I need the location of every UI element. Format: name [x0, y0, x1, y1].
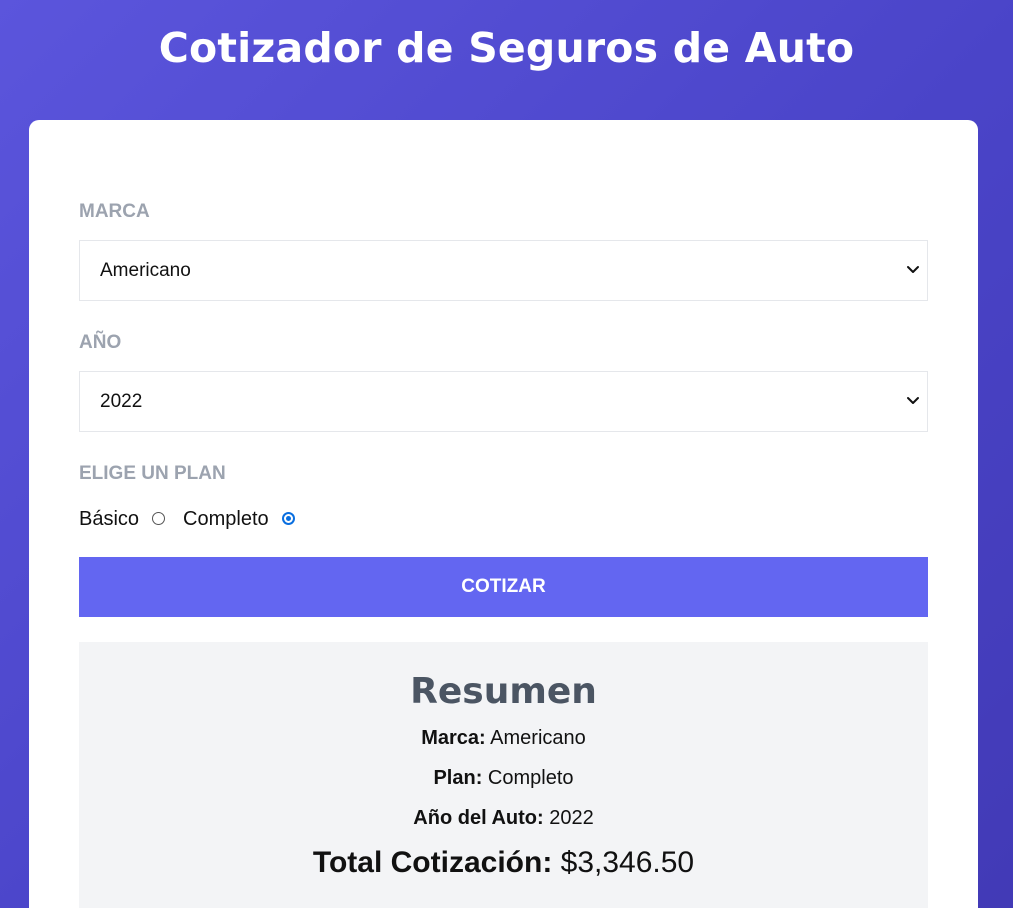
summary-total-key: Total Cotización: [312, 846, 553, 879]
quote-form-card: Marca Americano Año 2022 Elige un Plan B… [29, 120, 978, 908]
plan-completo-label: Completo [183, 508, 269, 530]
summary-title: Resumen [410, 671, 597, 712]
summary-panel: Resumen Marca: Americano Plan: Completo … [79, 642, 928, 908]
marca-select[interactable]: Americano [79, 240, 928, 301]
chevron-down-icon [907, 397, 919, 404]
summary-marca-value: Americano [490, 727, 586, 749]
plan-basico-radio[interactable] [152, 511, 166, 525]
summary-total-value: $3,346.50 [560, 846, 695, 879]
summary-plan-key: Plan: [433, 767, 483, 789]
plan-label: Elige un Plan [79, 463, 226, 484]
summary-anio-value: 2022 [549, 807, 594, 829]
page-title: Cotizador de Seguros de Auto [158, 24, 855, 72]
summary-anio-key: Año del Auto: [413, 807, 544, 829]
anio-label: Año [79, 332, 122, 353]
plan-basico-label: Básico [79, 508, 140, 530]
cotizar-button[interactable]: Cotizar [79, 557, 928, 617]
summary-marca-key: Marca: [421, 727, 486, 749]
anio-select[interactable]: 2022 [79, 371, 928, 432]
marca-label: Marca [79, 201, 150, 222]
anio-select-value: 2022 [100, 391, 143, 412]
summary-plan-value: Completo [487, 767, 574, 789]
summary-marca: Marca: Americano [79, 724, 928, 752]
marca-select-value: Americano [100, 260, 191, 281]
summary-plan: Plan: Completo [79, 764, 928, 792]
plan-completo-radio[interactable] [281, 511, 295, 525]
summary-total: Total Cotización: $3,346.50 [79, 844, 928, 882]
chevron-down-icon [907, 266, 919, 273]
summary-anio: Año del Auto: 2022 [79, 804, 928, 832]
plan-options: Básico Completo [79, 504, 313, 534]
